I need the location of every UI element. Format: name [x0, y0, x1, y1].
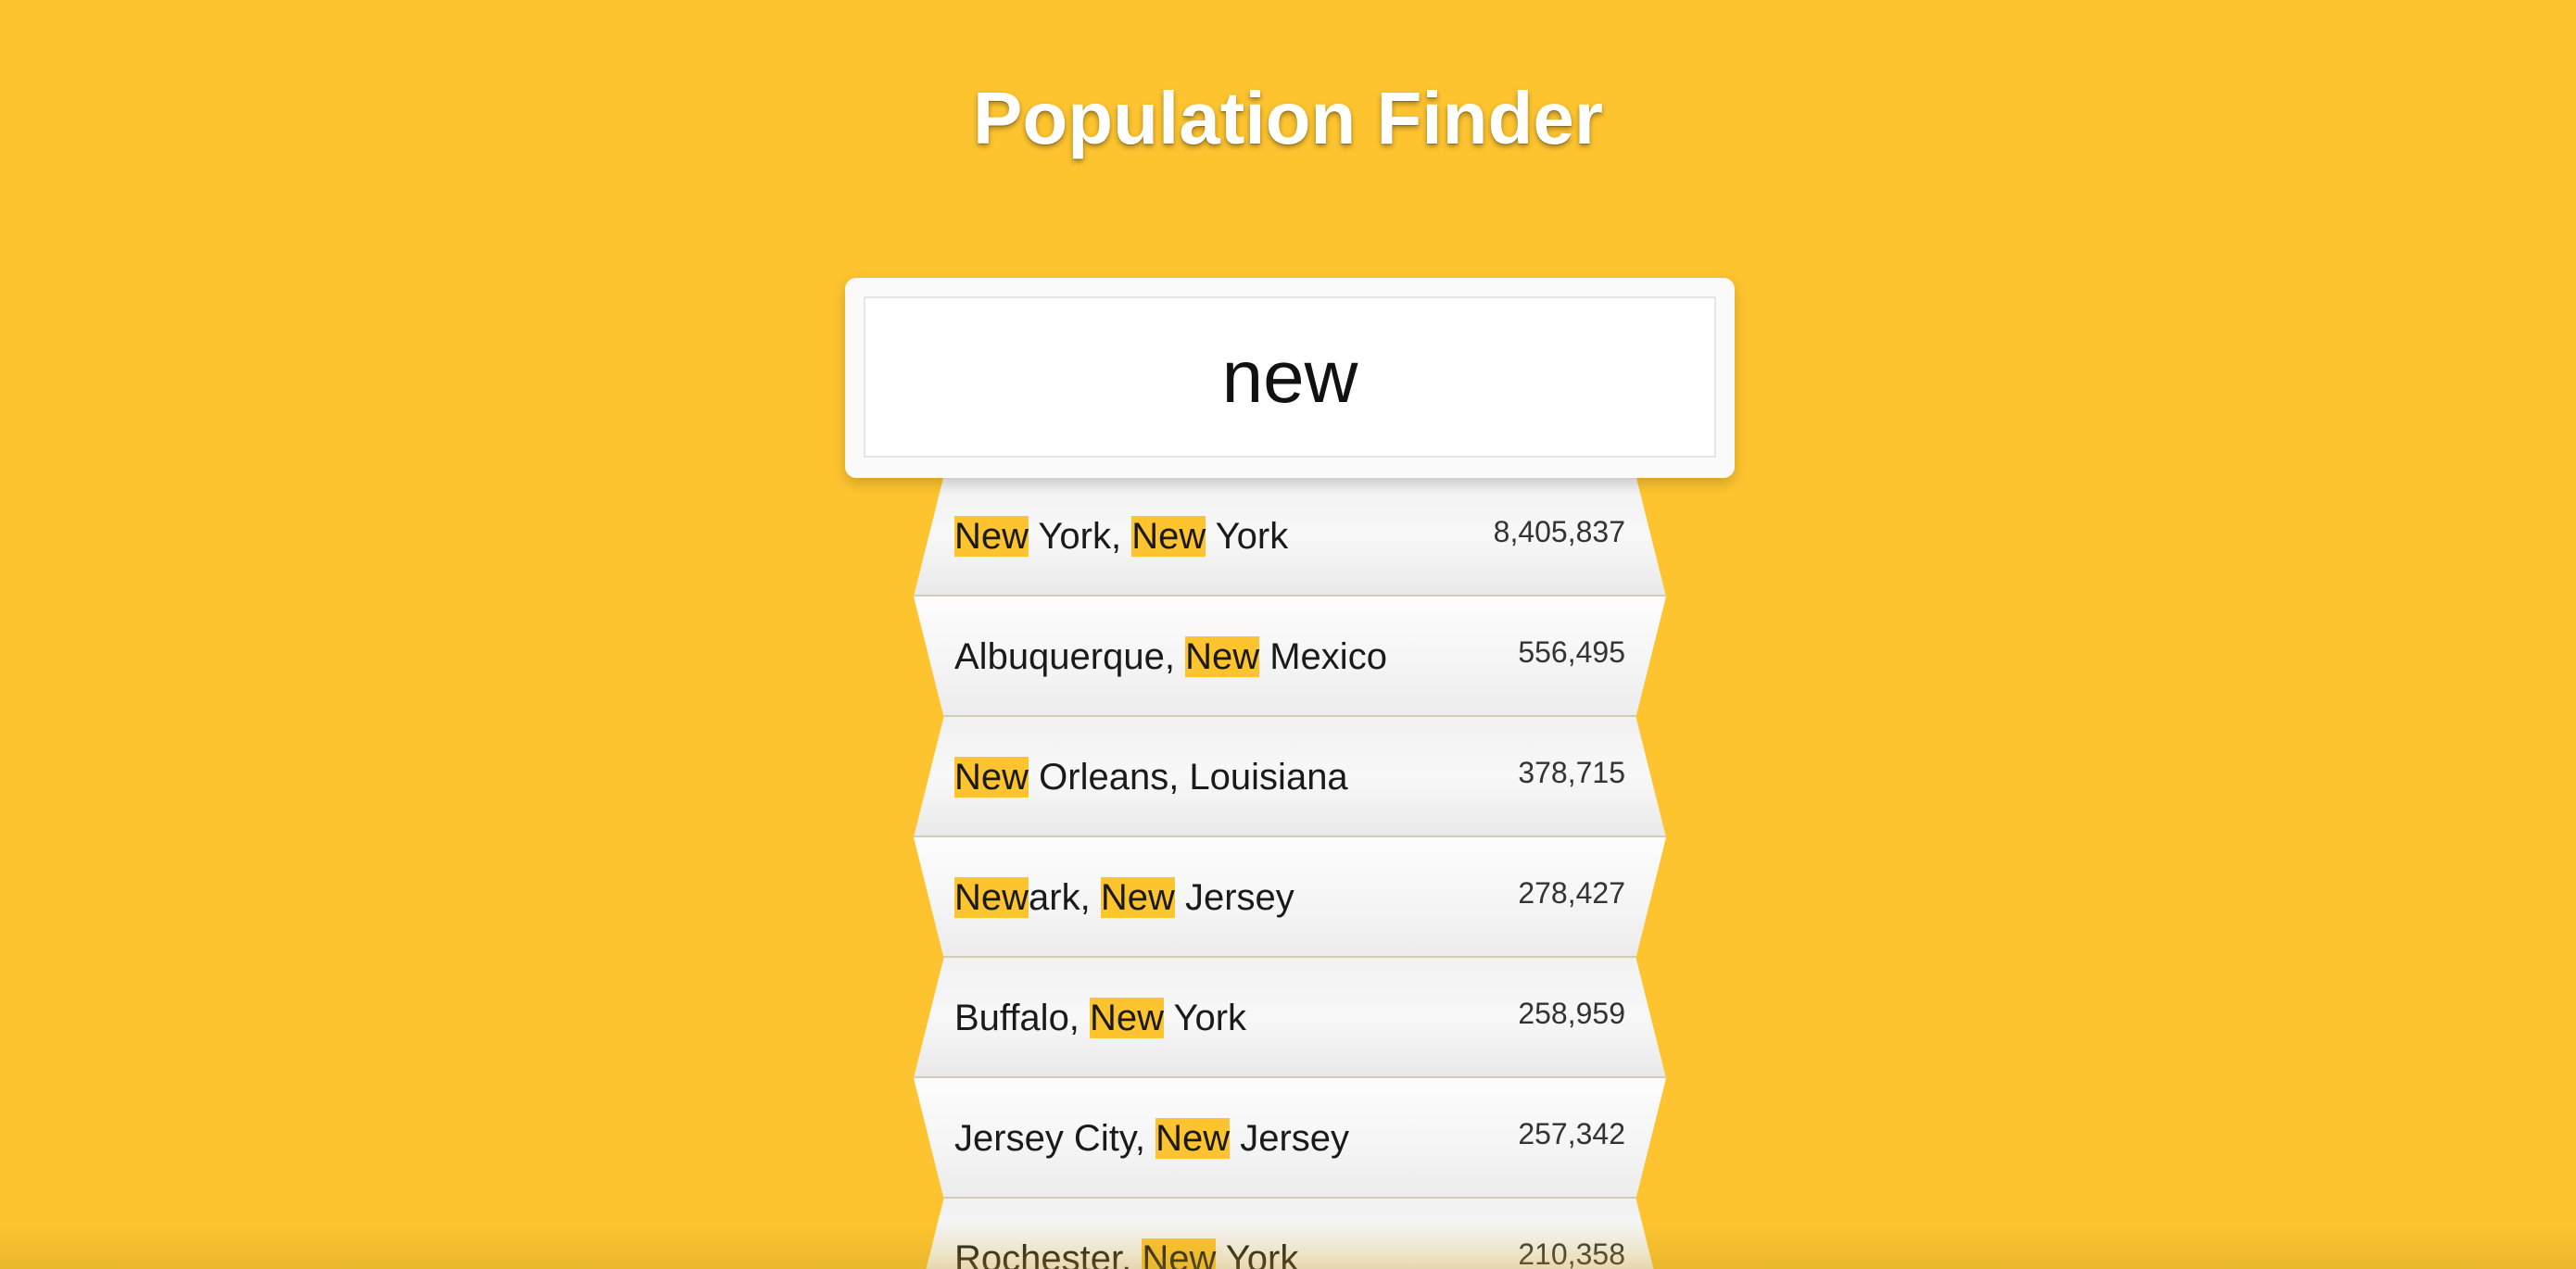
result-row[interactable]: Rochester, New York 210,358 [914, 1199, 1666, 1269]
city-text: Jersey [1174, 877, 1294, 918]
city-text: York, [1029, 516, 1132, 557]
result-population: 258,959 [1518, 997, 1625, 1030]
match-highlight: New [1155, 1118, 1231, 1159]
result-row[interactable]: Jersey City, New Jersey 257,342 [914, 1078, 1666, 1199]
city-text: Mexico [1259, 636, 1387, 677]
result-row[interactable]: Newark, New Jersey 278,427 [914, 837, 1666, 958]
match-highlight: New [954, 516, 1029, 557]
city-text: Rochester, [954, 1238, 1143, 1269]
result-city-name: New York, New York [954, 476, 1288, 597]
city-text: York [1164, 998, 1247, 1038]
result-city-name: New Orleans, Louisiana [954, 717, 1348, 837]
result-city-name: Jersey City, New Jersey [954, 1078, 1349, 1199]
result-city-name: Rochester, New York [954, 1199, 1298, 1269]
match-highlight: New [1100, 877, 1175, 918]
match-highlight: New [954, 757, 1029, 798]
result-population: 257,342 [1518, 1117, 1625, 1150]
page: Population Finder New York, New York8,40… [0, 0, 2576, 1269]
city-text: Jersey [1230, 1118, 1350, 1159]
result-row[interactable]: New York, New York 8,405,837 [914, 476, 1666, 597]
city-text: Jersey City, [954, 1118, 1156, 1159]
match-highlight: New [1090, 998, 1165, 1038]
city-text: Orleans, Louisiana [1029, 757, 1348, 798]
match-highlight: New [1131, 516, 1206, 557]
results-list: New York, New York 8,405,837 Albuquerque, … [0, 0, 2576, 1269]
result-city-name: Albuquerque, New Mexico [954, 597, 1387, 717]
search-input[interactable] [864, 296, 1716, 458]
result-population: 556,495 [1518, 635, 1625, 669]
result-row[interactable]: Albuquerque, New Mexico 556,495 [914, 597, 1666, 717]
match-highlight: New [1185, 636, 1260, 677]
result-population: 210,358 [1518, 1238, 1625, 1269]
result-row[interactable]: New Orleans, Louisiana 378,715 [914, 717, 1666, 837]
city-text: York [1216, 1238, 1299, 1269]
result-city-name: Newark, New Jersey [954, 837, 1294, 958]
match-highlight: New [954, 877, 1029, 918]
city-text: Buffalo, [954, 998, 1091, 1038]
city-text: Albuquerque, [954, 636, 1186, 677]
city-text: ark, [1029, 877, 1101, 918]
result-city-name: Buffalo, New York [954, 958, 1246, 1078]
result-row[interactable]: Buffalo, New York 258,959 [914, 958, 1666, 1078]
match-highlight: New [1142, 1238, 1217, 1269]
city-text: York [1206, 516, 1289, 557]
result-population: 8,405,837 [1493, 515, 1625, 548]
search-box [845, 278, 1735, 478]
result-population: 378,715 [1518, 756, 1625, 789]
result-population: 278,427 [1518, 876, 1625, 910]
